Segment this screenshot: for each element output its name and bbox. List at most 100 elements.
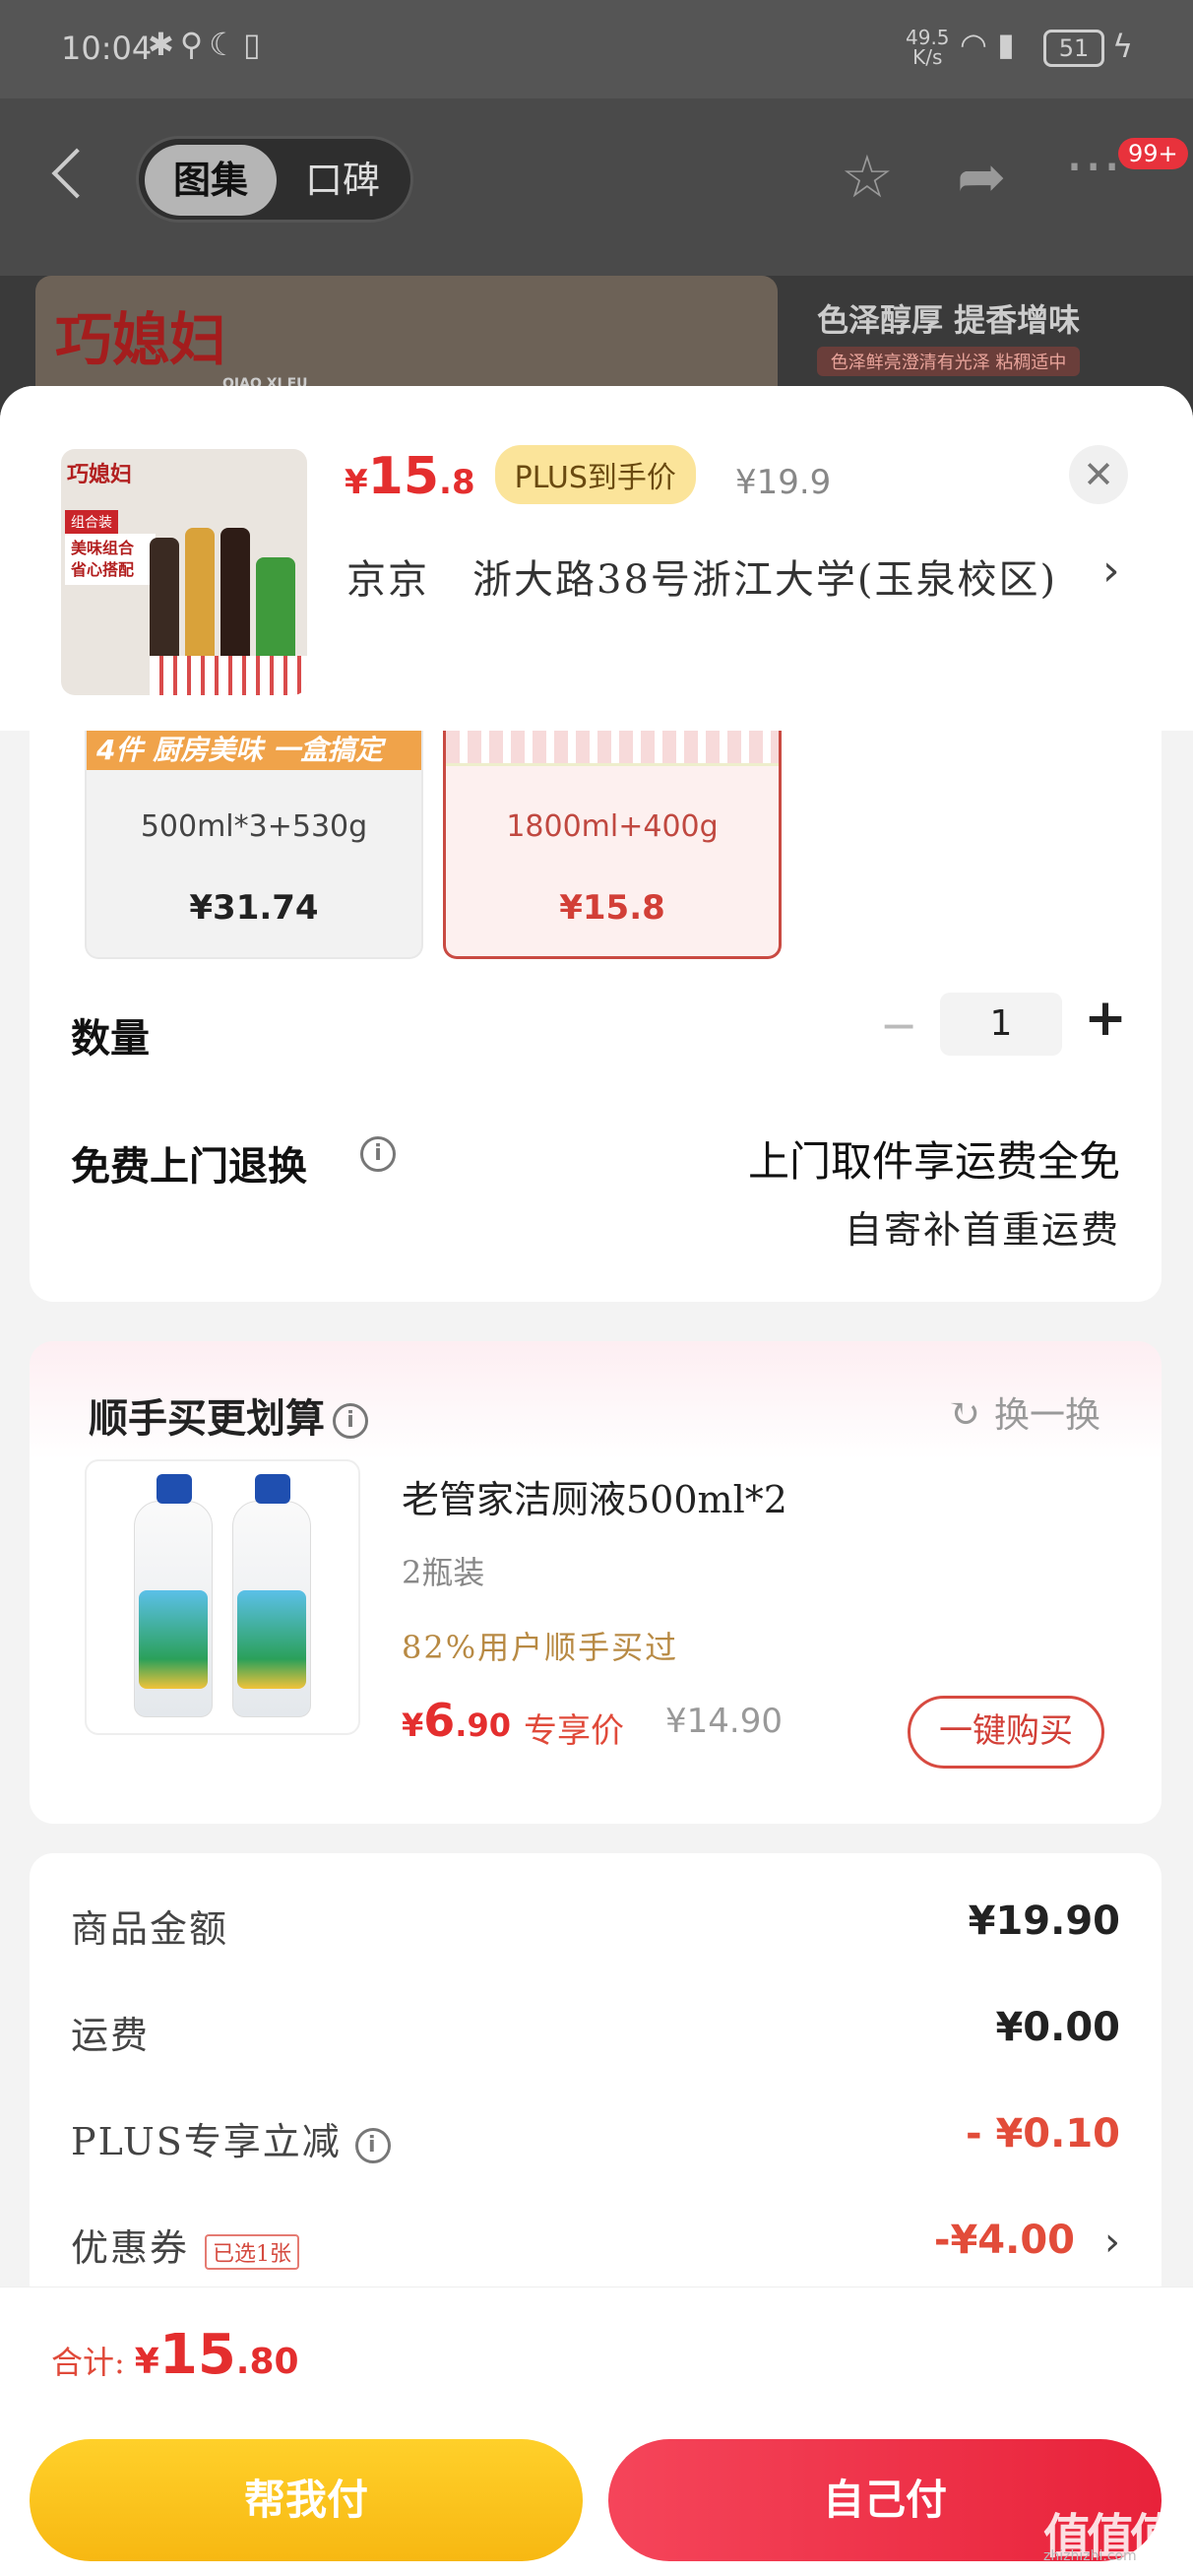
notification-badge: 99+ [1118, 138, 1188, 169]
swap-label: 换一换 [993, 1395, 1100, 1436]
help-me-pay-button[interactable]: 帮我付 [30, 2439, 583, 2561]
thumb-brand: 巧媳妇 [67, 463, 133, 487]
more-icon[interactable]: ··· [1065, 138, 1121, 197]
upsell-product-image[interactable] [85, 1459, 360, 1735]
variant-card: 4件 厨房美味 一盒搞定 500ml*3+530g ¥31.74 1800ml+… [30, 731, 1162, 1302]
plus-price-tag: PLUS到手价 [494, 445, 696, 504]
summary-label: 运费 [71, 2014, 151, 2057]
close-icon[interactable]: ✕ [1069, 445, 1128, 504]
purchase-sheet: 巧媳妇 组合装 美味组合 省心搭配 ¥15.8 PLUS到手价 ¥19.9 ✕ … [0, 386, 1193, 2576]
address-detail: 浙大路38号浙江大学(玉泉校区) [472, 557, 1058, 603]
upsell-price-currency: ¥ [402, 1707, 424, 1744]
tab-switcher: 图集 口碑 [136, 136, 413, 223]
info-icon[interactable]: i [333, 1403, 368, 1439]
address-city: 京京 [346, 557, 429, 603]
summary-label: 优惠券 已选1张 [71, 2218, 300, 2272]
upsell-product-name[interactable]: 老管家洁厕液500ml*2 [402, 1469, 787, 1523]
charging-icon: ϟ [1112, 28, 1134, 65]
sheet-header: 巧媳妇 组合装 美味组合 省心搭配 ¥15.8 PLUS到手价 ¥19.9 ✕ … [0, 386, 1193, 731]
total-int: 15 [158, 2323, 236, 2387]
watermark: 值值值 zhizhizhi.com [1043, 2497, 1177, 2566]
variant-option[interactable]: 4件 厨房美味 一盒搞定 500ml*3+530g ¥31.74 [85, 731, 423, 959]
slogan-subtitle: 色泽鲜亮澄清有光泽 粘稠适中 [817, 347, 1081, 376]
plus-price: ¥15.8 [345, 447, 475, 506]
variant-option-selected[interactable]: 1800ml+400g ¥15.8 [443, 731, 782, 959]
price-summary: 商品金额 ¥19.90 运费 ¥0.00 PLUS专享立减 i - ¥0.10 优… [30, 1853, 1162, 2306]
original-price: ¥19.9 [734, 463, 832, 502]
summary-value: ¥19.90 [968, 1899, 1120, 1944]
info-icon[interactable]: i [360, 1136, 396, 1172]
summary-row-shipping: 运费 ¥0.00 [71, 2005, 1120, 2064]
thumb-tag-combo: 组合装 [65, 510, 118, 534]
tab-reviews[interactable]: 口碑 [277, 145, 408, 216]
one-click-buy-button[interactable]: 一键购买 [908, 1696, 1104, 1769]
battery-icon: 51 [1043, 30, 1104, 67]
checkout-footer: 合计: ¥15.80 帮我付 自己付 [0, 2286, 1193, 2576]
free-return-label: 免费上门退换 [71, 1143, 307, 1190]
bottle-image [134, 1474, 213, 1717]
summary-value: -¥4.00 [933, 2218, 1075, 2263]
upsell-title-text: 顺手买更划算 [89, 1396, 325, 1442]
battery-level: 51 [1058, 34, 1090, 62]
delivery-address[interactable]: 京京 浙大路38号浙江大学(玉泉校区) [346, 547, 1057, 605]
brand-logo-text: 巧媳妇 [55, 306, 227, 373]
watermark-sub: zhizhizhi.com [1043, 2548, 1137, 2564]
share-icon[interactable]: ➦ [957, 148, 1006, 207]
quantity-input[interactable]: 1 [940, 993, 1062, 1056]
price-row: ¥15.8 PLUS到手价 ¥19.9 [345, 445, 832, 510]
coupon-chip: 已选1张 [205, 2233, 300, 2270]
chevron-right-icon[interactable]: › [1102, 546, 1120, 596]
total-label: 合计: [51, 2344, 125, 2381]
summary-row-coupon[interactable]: 优惠券 已选1张 -¥4.00 › [71, 2218, 1120, 2277]
price-dec: .8 [439, 463, 475, 502]
net-speed-unit: K/s [912, 45, 943, 69]
bottle-cap [255, 1474, 290, 1504]
swap-button[interactable]: ↻ 换一换 [947, 1386, 1100, 1438]
bottle-label [139, 1590, 208, 1689]
upsell-price-dec: .90 [455, 1707, 511, 1744]
quantity-label: 数量 [71, 1016, 150, 1062]
bottle-image [185, 528, 215, 676]
background-banner: 巧媳妇 QIAO XI FU [35, 276, 778, 394]
product-thumbnail: 巧媳妇 组合装 美味组合 省心搭配 [61, 449, 307, 695]
summary-value: - ¥0.10 [965, 2111, 1120, 2157]
variant-spec: 500ml*3+530g [140, 809, 368, 844]
upsell-card: 顺手买更划算 i ↻ 换一换 老管家洁厕液500ml*2 2瓶装 82%用户顺手买过… [30, 1341, 1162, 1824]
summary-value: ¥0.00 [995, 2005, 1120, 2050]
top-nav: 图集 口碑 ☆ ➦ ··· 99+ [0, 98, 1193, 276]
variant-spec: 1800ml+400g [506, 809, 719, 844]
net-speed: 49.5 K/s [906, 28, 950, 67]
bottle-image [150, 538, 179, 676]
back-icon[interactable] [51, 148, 102, 199]
tab-gallery[interactable]: 图集 [145, 145, 277, 216]
variant-price: ¥31.74 [189, 888, 319, 928]
quantity-minus-button[interactable]: − [874, 998, 923, 1052]
summary-label-text: 优惠券 [71, 2226, 190, 2270]
bottle-image [220, 528, 250, 676]
upsell-original-price: ¥14.90 [665, 1702, 783, 1741]
upsell-product-spec: 2瓶装 [402, 1554, 485, 1591]
star-icon[interactable]: ☆ [841, 148, 894, 207]
upsell-price-int: 6 [423, 1694, 456, 1747]
status-bar: 10:04 ✱⚲☾▯ 49.5 K/s ◠ ▮ 51 ϟ [0, 0, 1193, 98]
free-return-line1: 上门取件享运费全免 [747, 1137, 1120, 1186]
total-dec: .80 [235, 2342, 299, 2382]
price-int: 15 [367, 447, 440, 506]
chevron-right-icon[interactable]: › [1104, 2220, 1120, 2265]
variant-price: ¥15.8 [559, 888, 665, 928]
wifi-icon: ◠ ▮ [960, 26, 1015, 63]
variant-banner: 4件 厨房美味 一盒搞定 [87, 731, 421, 770]
summary-label-text: PLUS专享立减 [71, 2120, 342, 2163]
summary-label: PLUS专享立减 i [71, 2111, 391, 2165]
quantity-plus-button[interactable]: + [1081, 989, 1130, 1048]
background-slogan: 色泽醇厚 提香增味 色泽鲜亮澄清有光泽 粘稠适中 [817, 295, 1081, 376]
total-currency: ¥ [134, 2342, 159, 2382]
slogan-title: 色泽醇厚 提香增味 [817, 301, 1081, 339]
upsell-exclusive-label: 专享价 [524, 1711, 624, 1751]
total-price: 合计: ¥15.80 [51, 2323, 299, 2387]
summary-row-plus-discount: PLUS专享立减 i - ¥0.10 [71, 2111, 1120, 2170]
towel-image [150, 656, 307, 695]
info-icon[interactable]: i [354, 2127, 391, 2163]
bottle-cap [157, 1474, 192, 1504]
upsell-title: 顺手买更划算 i [89, 1386, 368, 1444]
